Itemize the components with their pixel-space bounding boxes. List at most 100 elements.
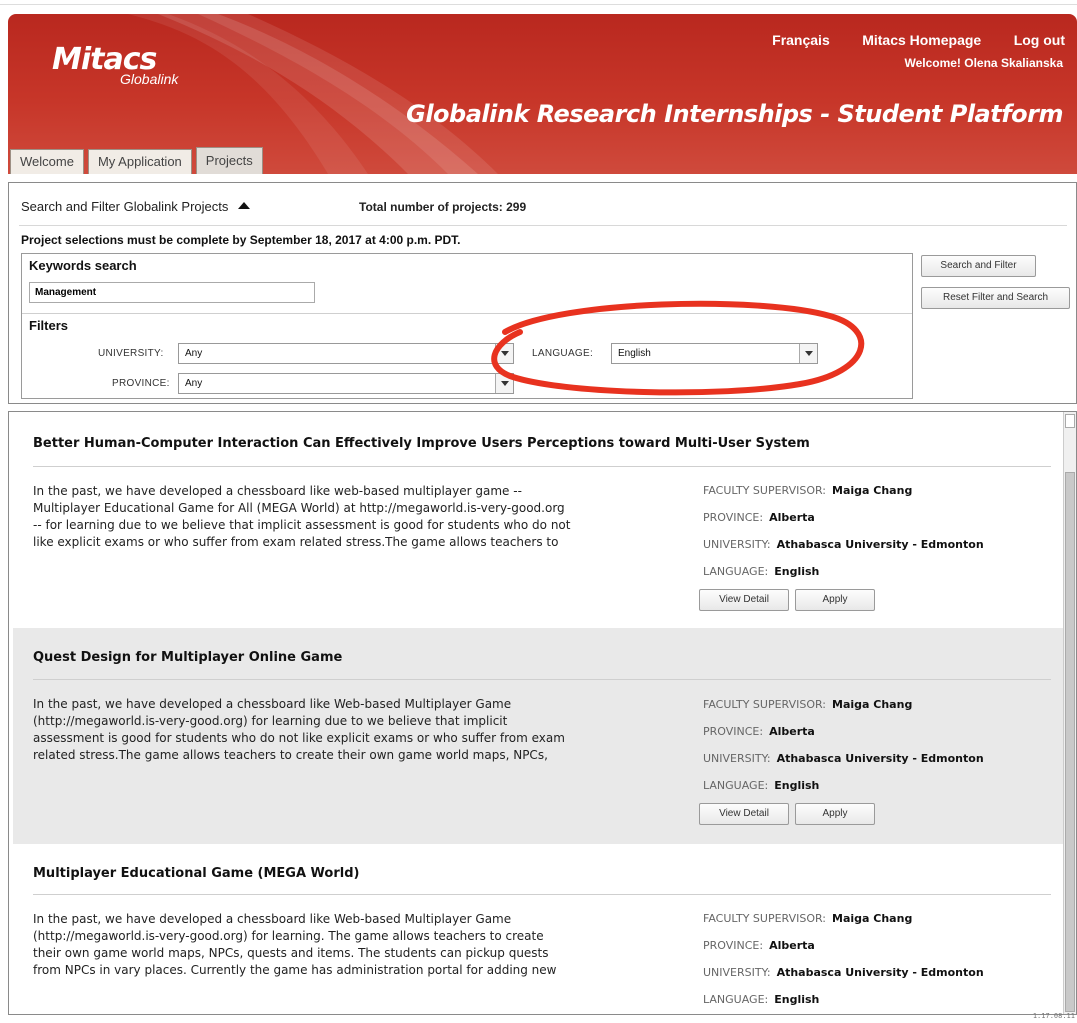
province-filter-label: PROVINCE: bbox=[112, 378, 170, 389]
project-card: Better Human-Computer Interaction Can Ef… bbox=[13, 412, 1063, 628]
meta-key: LANGUAGE: bbox=[703, 565, 769, 578]
university-select-value: Any bbox=[185, 348, 203, 359]
divider bbox=[33, 466, 1051, 467]
meta-value: English bbox=[774, 993, 820, 1006]
meta-key: FACULTY SUPERVISOR: bbox=[703, 484, 827, 497]
tab-projects[interactable]: Projects bbox=[195, 147, 263, 174]
meta-key: PROVINCE: bbox=[703, 725, 764, 738]
view-detail-button[interactable]: View Detail bbox=[699, 803, 789, 825]
meta-key: FACULTY SUPERVISOR: bbox=[703, 698, 827, 711]
language-select[interactable]: English bbox=[611, 343, 818, 364]
meta-value: Maiga Chang bbox=[832, 698, 913, 711]
desc-line: from NPCs in vary places. Currently the … bbox=[33, 963, 557, 977]
welcome-message: Welcome! Olena Skalianska bbox=[904, 56, 1063, 70]
meta-key: UNIVERSITY: bbox=[703, 966, 771, 979]
chevron-down-icon bbox=[495, 344, 513, 363]
filters-label: Filters bbox=[29, 318, 69, 333]
desc-line: In the past, we have developed a chessbo… bbox=[33, 697, 512, 711]
tab-my-application[interactable]: My Application bbox=[87, 149, 192, 174]
desc-line: like explicit exams or who suffer from e… bbox=[33, 535, 559, 549]
desc-line: (http://megaworld.is-very-good.org) for … bbox=[33, 929, 544, 943]
university-filter-label: UNIVERSITY: bbox=[98, 348, 164, 359]
desc-line: (http://megaworld.is-very-good.org) for … bbox=[33, 714, 508, 728]
divider bbox=[19, 225, 1067, 226]
reset-filter-button[interactable]: Reset Filter and Search bbox=[921, 287, 1070, 309]
link-francais[interactable]: Français bbox=[772, 32, 830, 48]
meta-key: UNIVERSITY: bbox=[703, 538, 771, 551]
platform-title: Globalink Research Internships - Student… bbox=[406, 100, 1063, 128]
total-projects: Total number of projects: 299 bbox=[359, 200, 527, 214]
project-title[interactable]: Multiplayer Educational Game (MEGA World… bbox=[33, 866, 359, 881]
search-panel-heading: Search and Filter Globalink Projects bbox=[21, 199, 251, 214]
link-log-out[interactable]: Log out bbox=[1014, 32, 1065, 48]
search-heading-text: Search and Filter Globalink Projects bbox=[21, 199, 229, 214]
top-border bbox=[0, 4, 1077, 5]
meta-key: FACULTY SUPERVISOR: bbox=[703, 912, 827, 925]
desc-line: -- for learning due to we believe that i… bbox=[33, 518, 571, 532]
province-select[interactable]: Any bbox=[178, 373, 514, 394]
meta-value: Maiga Chang bbox=[832, 484, 913, 497]
desc-line: related stress.The game allows teachers … bbox=[33, 748, 548, 762]
search-and-filter-button[interactable]: Search and Filter bbox=[921, 255, 1036, 277]
desc-line: In the past, we have developed a chessbo… bbox=[33, 484, 522, 498]
apply-button[interactable]: Apply bbox=[795, 589, 875, 611]
meta-supervisor: FACULTY SUPERVISOR: Maiga Chang bbox=[703, 484, 912, 497]
version-label: 1.17.08.11 bbox=[1032, 1012, 1075, 1020]
filters-box: Keywords search Filters UNIVERSITY: Any … bbox=[21, 253, 913, 399]
link-mitacs-homepage[interactable]: Mitacs Homepage bbox=[862, 32, 981, 48]
meta-supervisor: FACULTY SUPERVISOR: Maiga Chang bbox=[703, 698, 912, 711]
view-detail-button[interactable]: View Detail bbox=[699, 589, 789, 611]
meta-key: PROVINCE: bbox=[703, 939, 764, 952]
meta-value: Alberta bbox=[769, 725, 815, 738]
meta-value: Athabasca University - Edmonton bbox=[776, 752, 984, 765]
meta-university: UNIVERSITY: Athabasca University - Edmont… bbox=[703, 966, 984, 979]
project-description: In the past, we have developed a chessbo… bbox=[33, 483, 673, 551]
province-select-value: Any bbox=[185, 378, 203, 389]
meta-key: LANGUAGE: bbox=[703, 993, 769, 1006]
list-scrollbar[interactable] bbox=[1063, 412, 1076, 1014]
university-select[interactable]: Any bbox=[178, 343, 514, 364]
meta-value: Athabasca University - Edmonton bbox=[776, 538, 984, 551]
meta-value: English bbox=[774, 565, 820, 578]
divider bbox=[22, 313, 912, 314]
collapse-up-icon[interactable] bbox=[238, 202, 251, 209]
apply-button[interactable]: Apply bbox=[795, 803, 875, 825]
meta-value: Alberta bbox=[769, 511, 815, 524]
meta-value: English bbox=[774, 779, 820, 792]
logo-subtitle: Globalink bbox=[120, 71, 179, 87]
meta-value: Maiga Chang bbox=[832, 912, 913, 925]
meta-value: Alberta bbox=[769, 939, 815, 952]
project-description: In the past, we have developed a chessbo… bbox=[33, 696, 673, 764]
project-description: In the past, we have developed a chessbo… bbox=[33, 911, 673, 979]
meta-language: LANGUAGE: English bbox=[703, 779, 819, 792]
project-title[interactable]: Better Human-Computer Interaction Can Ef… bbox=[33, 436, 810, 451]
project-list: Better Human-Computer Interaction Can Ef… bbox=[8, 411, 1077, 1015]
main-tabs: Welcome My Application Projects bbox=[10, 146, 267, 174]
language-select-value: English bbox=[618, 348, 651, 359]
desc-line: their own game world maps, NPCs, quests … bbox=[33, 946, 549, 960]
meta-language: LANGUAGE: English bbox=[703, 993, 819, 1006]
meta-province: PROVINCE: Alberta bbox=[703, 725, 815, 738]
tab-welcome[interactable]: Welcome bbox=[10, 149, 84, 174]
project-title[interactable]: Quest Design for Multiplayer Online Game bbox=[33, 650, 342, 665]
meta-value: Athabasca University - Edmonton bbox=[776, 966, 984, 979]
search-filter-panel: Search and Filter Globalink Projects Tot… bbox=[8, 182, 1077, 404]
meta-key: PROVINCE: bbox=[703, 511, 764, 524]
meta-key: UNIVERSITY: bbox=[703, 752, 771, 765]
divider bbox=[33, 679, 1051, 680]
project-card: Multiplayer Educational Game (MEGA World… bbox=[13, 844, 1063, 1014]
app-frame: Mitacs Globalink Français Mitacs Homepag… bbox=[8, 14, 1077, 1023]
meta-key: LANGUAGE: bbox=[703, 779, 769, 792]
scroll-thumb[interactable] bbox=[1065, 472, 1075, 1012]
project-card: Quest Design for Multiplayer Online Game… bbox=[13, 628, 1063, 844]
meta-language: LANGUAGE: English bbox=[703, 565, 819, 578]
meta-province: PROVINCE: Alberta bbox=[703, 511, 815, 524]
meta-province: PROVINCE: Alberta bbox=[703, 939, 815, 952]
keywords-input[interactable] bbox=[29, 282, 315, 303]
mitacs-logo[interactable]: Mitacs Globalink bbox=[52, 42, 178, 87]
deadline-notice: Project selections must be complete by S… bbox=[21, 233, 461, 247]
meta-university: UNIVERSITY: Athabasca University - Edmont… bbox=[703, 538, 984, 551]
desc-line: Multiplayer Educational Game for All (ME… bbox=[33, 501, 565, 515]
top-nav: Français Mitacs Homepage Log out bbox=[744, 32, 1065, 50]
scroll-up-arrow[interactable] bbox=[1065, 414, 1075, 428]
